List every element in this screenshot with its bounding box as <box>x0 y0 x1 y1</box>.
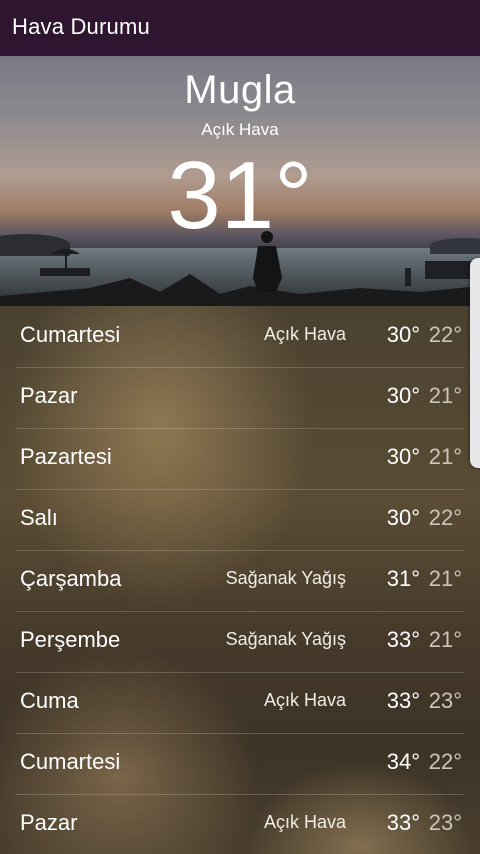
edge-panel-handle[interactable] <box>470 258 480 468</box>
current-temperature: 31° <box>167 142 313 249</box>
forecast-row: Salı 30° 22° <box>16 489 464 551</box>
forecast-row: Çarşamba Sağanak Yağış 31° 21° <box>16 550 464 612</box>
forecast-day: Salı <box>20 505 58 530</box>
forecast-low: 21° <box>428 627 462 652</box>
forecast-day: Cuma <box>20 688 79 713</box>
forecast-high: 33° <box>386 627 420 652</box>
forecast-day: Cumartesi <box>20 749 121 774</box>
forecast-high: 30° <box>386 444 420 469</box>
forecast-high: 30° <box>386 322 420 347</box>
forecast-day: Pazar <box>20 810 78 835</box>
current-condition: Açık Hava <box>201 120 279 139</box>
forecast-high: 33° <box>386 688 420 713</box>
forecast-low: 22° <box>428 322 462 347</box>
forecast-high: 33° <box>386 810 420 835</box>
forecast-low: 21° <box>428 383 462 408</box>
forecast-row: Cumartesi Açık Hava 30° 22° <box>16 306 464 368</box>
forecast-list[interactable]: Cumartesi Açık Hava 30° 22° Pazar 30° 21… <box>0 306 480 854</box>
city-name: Mugla <box>184 68 296 112</box>
app-title-bar: Hava Durumu <box>0 0 480 56</box>
forecast-low: 23° <box>428 688 462 713</box>
forecast-day: Cumartesi <box>20 322 121 347</box>
forecast-condition: Açık Hava <box>263 324 346 344</box>
forecast-condition: Açık Hava <box>263 690 346 710</box>
forecast-low: 21° <box>428 566 462 591</box>
forecast-condition: Sağanak Yağış <box>225 629 346 649</box>
forecast-row: Pazartesi 30° 21° <box>16 428 464 490</box>
forecast-row: Pazar 30° 21° <box>16 367 464 429</box>
forecast-row: Cuma Açık Hava 33° 23° <box>16 672 464 734</box>
forecast-row: Perşembe Sağanak Yağış 33° 21° <box>16 611 464 673</box>
forecast-high: 30° <box>386 383 420 408</box>
app-title: Hava Durumu <box>12 14 150 39</box>
forecast-day: Perşembe <box>20 627 121 652</box>
forecast-row: Pazar Açık Hava 33° 23° <box>16 794 464 854</box>
current-weather-panel: Mugla Açık Hava 31° <box>0 56 480 306</box>
forecast-day: Pazar <box>20 383 78 408</box>
forecast-low: 23° <box>428 810 462 835</box>
forecast-low: 22° <box>428 505 462 530</box>
forecast-high: 34° <box>386 749 420 774</box>
forecast-condition: Sağanak Yağış <box>225 568 346 588</box>
forecast-row: Cumartesi 34° 22° <box>16 733 464 795</box>
forecast-day: Çarşamba <box>20 566 122 591</box>
forecast-low: 22° <box>428 749 462 774</box>
forecast-high: 31° <box>386 566 420 591</box>
forecast-high: 30° <box>386 505 420 530</box>
forecast-day: Pazartesi <box>20 444 112 469</box>
forecast-low: 21° <box>428 444 462 469</box>
forecast-condition: Açık Hava <box>263 812 346 832</box>
